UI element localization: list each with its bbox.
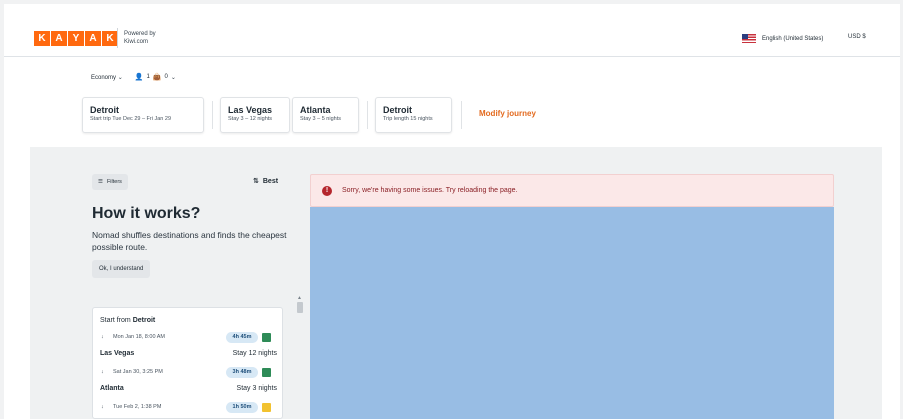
logo-divider <box>117 28 118 48</box>
flight-segment: ↓ Tue Feb 2, 1:38 PM 1h 50m <box>100 402 277 414</box>
cabin-class-selector[interactable]: Economy ⌄ <box>91 74 123 81</box>
sort-label: Best <box>262 177 279 185</box>
stop-row: Atlanta Stay 3 nights <box>100 384 277 395</box>
leg-divider <box>461 101 462 129</box>
logo-letter: K <box>34 31 50 46</box>
scroll-up-icon[interactable]: ▲ <box>297 295 302 301</box>
arrow-down-icon: ↓ <box>101 369 104 375</box>
sort-selector[interactable]: ⇅ Best <box>253 177 279 186</box>
leg-origin[interactable]: Detroit Start trip Tue Dec 29 – Fri Jan … <box>82 97 204 133</box>
powered-by-label: Powered by <box>124 31 156 37</box>
map[interactable] <box>310 207 834 419</box>
leg-city: Detroit <box>90 105 119 115</box>
leg-divider <box>212 101 213 129</box>
ok-understand-button[interactable]: Ok, I understand <box>92 260 151 278</box>
sort-icon: ⇅ <box>253 178 259 185</box>
leg-detail: Trip length 15 nights <box>383 116 433 122</box>
top-header: K A Y A K Powered by Kiwi.com English (U… <box>4 4 900 57</box>
leg-city: Atlanta <box>300 105 331 115</box>
how-it-works-title: How it works? <box>92 205 201 222</box>
powered-by-brand: Kiwi.com <box>124 39 149 45</box>
leg-divider <box>367 101 368 129</box>
how-it-works-description: Nomad shuffles destinations and finds th… <box>92 230 287 252</box>
bags-count: 0 <box>164 74 168 80</box>
logo-letter: K <box>102 31 118 46</box>
duration-badge: 3h 48m <box>226 367 258 378</box>
modify-journey-link[interactable]: Modify journey <box>479 109 536 118</box>
kayak-logo[interactable]: K A Y A K <box>34 31 118 46</box>
stop-city: Las Vegas <box>100 350 135 357</box>
segment-datetime: Mon Jan 18, 8:00 AM <box>113 334 165 340</box>
error-banner: ! Sorry, we're having some issues. Try r… <box>310 174 834 207</box>
scroll-thumb[interactable] <box>297 302 303 313</box>
logo-letter: A <box>51 31 67 46</box>
arrow-down-icon: ↓ <box>101 334 104 340</box>
page: K A Y A K Powered by Kiwi.com English (U… <box>4 4 900 419</box>
stop-stay: Stay 12 nights <box>232 350 277 357</box>
filters-button[interactable]: ☰ Filters <box>92 174 128 190</box>
duration-badge: 4h 45m <box>226 332 258 343</box>
chevron-down-icon: ⌄ <box>170 74 176 81</box>
itinerary-card[interactable]: Start from Detroit ↓ Mon Jan 18, 8:00 AM… <box>92 307 283 419</box>
language-selector[interactable]: English (United States) <box>742 34 823 43</box>
cabin-class-label: Economy <box>91 74 117 81</box>
powered-by: Powered by Kiwi.com <box>124 30 156 46</box>
passengers-selector[interactable]: 👤 1 👜 0 ⌄ <box>135 73 176 81</box>
map-panel: ! Sorry, we're having some issues. Try r… <box>310 174 834 419</box>
bag-icon: 👜 <box>152 74 162 81</box>
stop-city: Atlanta <box>100 385 124 392</box>
itinerary-start: Start from Detroit <box>100 317 155 324</box>
us-flag-icon <box>742 34 756 43</box>
sliders-icon: ☰ <box>98 179 103 185</box>
leg-city: Las Vegas <box>228 105 273 115</box>
scrollbar[interactable]: ▲ <box>296 295 304 419</box>
airline-logo-icon <box>262 403 271 412</box>
language-label: English (United States) <box>762 35 824 42</box>
logo-letter: Y <box>68 31 84 46</box>
flight-segment: ↓ Mon Jan 18, 8:00 AM 4h 45m <box>100 332 277 344</box>
airline-logo-icon <box>262 368 271 377</box>
arrow-down-icon: ↓ <box>101 404 104 410</box>
results-area: ☰ Filters ⇅ Best How it works? Nomad shu… <box>30 147 882 419</box>
logo-letter: A <box>85 31 101 46</box>
person-icon: 👤 <box>134 74 144 81</box>
leg-atlanta[interactable]: Atlanta Stay 3 – 5 nights <box>292 97 359 133</box>
leg-city: Detroit <box>383 105 412 115</box>
segment-datetime: Tue Feb 2, 1:38 PM <box>113 404 162 410</box>
alert-icon: ! <box>322 186 332 196</box>
filters-label: Filters <box>106 179 122 185</box>
search-options: Economy ⌄ 👤 1 👜 0 ⌄ <box>91 73 176 81</box>
currency-selector[interactable]: USD $ <box>848 34 866 40</box>
start-prefix: Start from <box>100 317 133 324</box>
leg-las-vegas[interactable]: Las Vegas Stay 3 – 12 nights <box>220 97 290 133</box>
leg-detail: Stay 3 – 12 nights <box>228 116 273 122</box>
leg-destination[interactable]: Detroit Trip length 15 nights <box>375 97 452 133</box>
duration-badge: 1h 50m <box>226 402 258 413</box>
adults-count: 1 <box>146 74 150 80</box>
stop-row: Las Vegas Stay 12 nights <box>100 349 277 360</box>
segment-datetime: Sat Jan 30, 3:25 PM <box>113 369 163 375</box>
leg-detail: Start trip Tue Dec 29 – Fri Jan 29 <box>90 116 172 122</box>
start-city: Detroit <box>132 317 156 324</box>
airline-logo-icon <box>262 333 271 342</box>
leg-detail: Stay 3 – 5 nights <box>300 116 341 122</box>
chevron-down-icon: ⌄ <box>117 74 123 81</box>
stop-stay: Stay 3 nights <box>236 385 277 392</box>
error-message: Sorry, we're having some issues. Try rel… <box>342 187 518 194</box>
flight-segment: ↓ Sat Jan 30, 3:25 PM 3h 48m <box>100 367 277 379</box>
